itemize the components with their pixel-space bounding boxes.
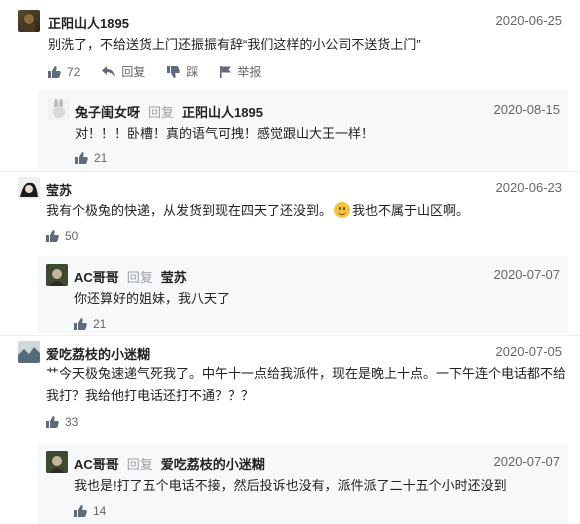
avatar[interactable]: [46, 451, 68, 473]
like-icon: [74, 318, 87, 330]
like-button[interactable]: 21: [74, 317, 106, 331]
comment-date: 2020-06-23: [495, 180, 563, 195]
username[interactable]: 兔子闺女呀: [75, 105, 140, 120]
dislike-button[interactable]: 踩: [167, 63, 198, 80]
comment-text: 别洗了，不给送货上门还振振有辞“我们这样的小公司不送货上门”: [48, 37, 421, 52]
like-icon: [75, 152, 88, 164]
comment-text: 对！！！卧槽！真的语气可拽！感觉跟山大王一样！: [75, 126, 375, 141]
reply-word: 回复: [126, 457, 153, 472]
comment-date: 2020-07-05: [495, 344, 563, 359]
username[interactable]: 莹苏: [46, 180, 72, 199]
like-count: 50: [65, 229, 79, 243]
avatar-image: [18, 341, 40, 363]
avatar[interactable]: [18, 10, 40, 32]
comment-text-line-1: 艹今天极兔速递气死我了。中午十一点给我派件，现在是晚上十点。一下午连个电话都不给: [46, 366, 567, 381]
avatar-image: [46, 264, 68, 286]
comment-text-line-2: 我打？我给他打电话还打不通？？？: [46, 388, 255, 403]
avatar-image: [46, 451, 68, 473]
reply-header: 兔子闺女呀 回复 正阳山人1895: [75, 102, 263, 121]
dislike-icon: [167, 65, 181, 78]
comment-2: 莹苏 2020-06-23 我有个极兔的快递，从发货到现在四天了还没到。 我也不属…: [0, 172, 580, 252]
avatar-image: [23, 14, 35, 32]
like-count: 21: [93, 317, 107, 331]
avatar-image: [18, 177, 40, 199]
like-button[interactable]: 33: [46, 415, 78, 429]
reply-label: 回复: [121, 65, 146, 79]
like-button[interactable]: 72: [48, 65, 80, 79]
comment-3: 爱吃荔枝的小迷糊 2020-07-05 艹今天极兔速递气死我了。中午十一点给我派…: [0, 336, 580, 436]
like-count: 72: [67, 64, 81, 79]
reply-target-username[interactable]: 爱吃荔枝的小迷糊: [161, 457, 265, 472]
reply-target-username[interactable]: 正阳山人1895: [182, 105, 263, 120]
reply-button[interactable]: 回复: [102, 63, 145, 80]
reply-icon: [102, 66, 116, 77]
username[interactable]: 正阳山人1895: [48, 13, 129, 32]
comment-text: 你还算好的姐妹，我八天了: [74, 291, 231, 306]
comment-text-part: 我有个极兔的快递，从发货到现在四天了还没到。: [46, 203, 333, 218]
comment-text: 我有个极兔的快递，从发货到现在四天了还没到。 我也不属于山区啊。: [46, 200, 469, 221]
like-icon: [48, 65, 61, 78]
like-count: 14: [93, 504, 107, 518]
comment-text-part: 我也不属于山区啊。: [352, 203, 470, 218]
report-button[interactable]: 举报: [220, 63, 261, 80]
reply-header: AC哥哥 回复 爱吃荔枝的小迷糊: [74, 454, 265, 473]
comment-text: 我也是!打了五个电话不接，然后投诉也没有，派件派了二十五个小时还没到: [74, 478, 507, 493]
avatar[interactable]: [48, 98, 70, 120]
reply-word: 回复: [148, 105, 175, 120]
like-count: 21: [94, 151, 108, 165]
like-button[interactable]: 21: [75, 151, 107, 165]
comment-actions: 50: [46, 229, 100, 243]
comment-1: 正阳山人1895 2020-06-25 别洗了，不给送货上门还振振有辞“我们这样…: [0, 0, 580, 88]
emoji-smile-icon: [334, 202, 351, 218]
avatar[interactable]: [18, 341, 40, 363]
like-icon: [74, 505, 87, 517]
comment-actions: 72 回复 踩 举报: [48, 63, 283, 80]
username[interactable]: 爱吃荔枝的小迷糊: [46, 344, 150, 363]
report-label: 举报: [237, 65, 262, 79]
reply-comment-3: AC哥哥 回复 爱吃荔枝的小迷糊 2020-07-07 我也是!打了五个电话不接，然…: [0, 443, 580, 524]
like-icon: [46, 230, 59, 242]
comment-actions: 21: [74, 317, 128, 331]
comment-date: 2020-07-07: [493, 267, 561, 282]
username[interactable]: AC哥哥: [74, 270, 119, 285]
comment-date: 2020-07-07: [493, 454, 561, 469]
avatar-image: [53, 99, 65, 118]
comment-date: 2020-08-15: [493, 102, 561, 117]
like-icon: [46, 416, 59, 428]
like-button[interactable]: 14: [74, 504, 106, 518]
username[interactable]: AC哥哥: [74, 457, 119, 472]
comment-actions: 14: [74, 504, 128, 518]
like-count: 33: [65, 415, 79, 429]
like-button[interactable]: 50: [46, 229, 78, 243]
comment-date: 2020-06-25: [495, 13, 563, 28]
reply-target-username[interactable]: 莹苏: [161, 270, 187, 285]
report-flag-icon: [220, 65, 232, 78]
reply-comment-2: AC哥哥 回复 莹苏 2020-07-07 你还算好的姐妹，我八天了 21: [0, 256, 580, 334]
comment-actions: 21: [75, 151, 129, 165]
reply-comment-1: 兔子闺女呀 回复 正阳山人1895 2020-08-15 对！！！卧槽！真的语气可拽…: [0, 90, 580, 170]
comment-actions: 33: [46, 415, 100, 429]
avatar[interactable]: [18, 177, 40, 199]
dislike-label: 踩: [186, 65, 199, 79]
reply-header: AC哥哥 回复 莹苏: [74, 267, 187, 286]
reply-word: 回复: [126, 270, 153, 285]
avatar[interactable]: [46, 264, 68, 286]
